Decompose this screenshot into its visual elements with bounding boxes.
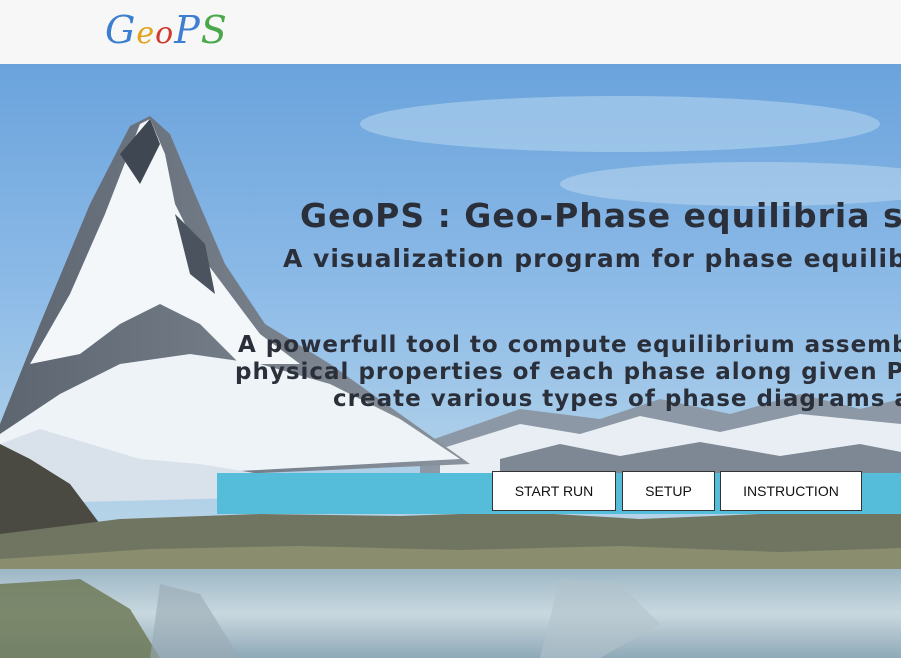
logo-letter-p: P: [174, 8, 201, 52]
description-line-2: physical properties of each phase along …: [235, 359, 901, 385]
logo-letter-g: G: [105, 8, 137, 52]
logo-letter-e: e: [136, 16, 156, 51]
hero-banner: GeoPS : Geo-Phase equilibria si A visual…: [0, 64, 901, 658]
top-header: GeoPS: [0, 0, 901, 64]
logo-letter-s: S: [200, 8, 228, 52]
hero-headline: GeoPS : Geo-Phase equilibria si: [300, 196, 901, 235]
instruction-button[interactable]: INSTRUCTION: [720, 471, 862, 511]
setup-button[interactable]: SETUP: [622, 471, 715, 511]
description-line-3: create various types of phase diagrams a…: [333, 386, 901, 412]
description-line-1: A powerfull tool to compute equilibrium …: [238, 332, 901, 358]
hero-description: A powerfull tool to compute equilibrium …: [235, 332, 901, 413]
hero-subheadline: A visualization program for phase equili…: [283, 244, 901, 273]
start-run-button[interactable]: START RUN: [492, 471, 616, 511]
geops-logo[interactable]: GeoPS: [105, 6, 228, 58]
logo-letter-o: o: [155, 16, 175, 51]
